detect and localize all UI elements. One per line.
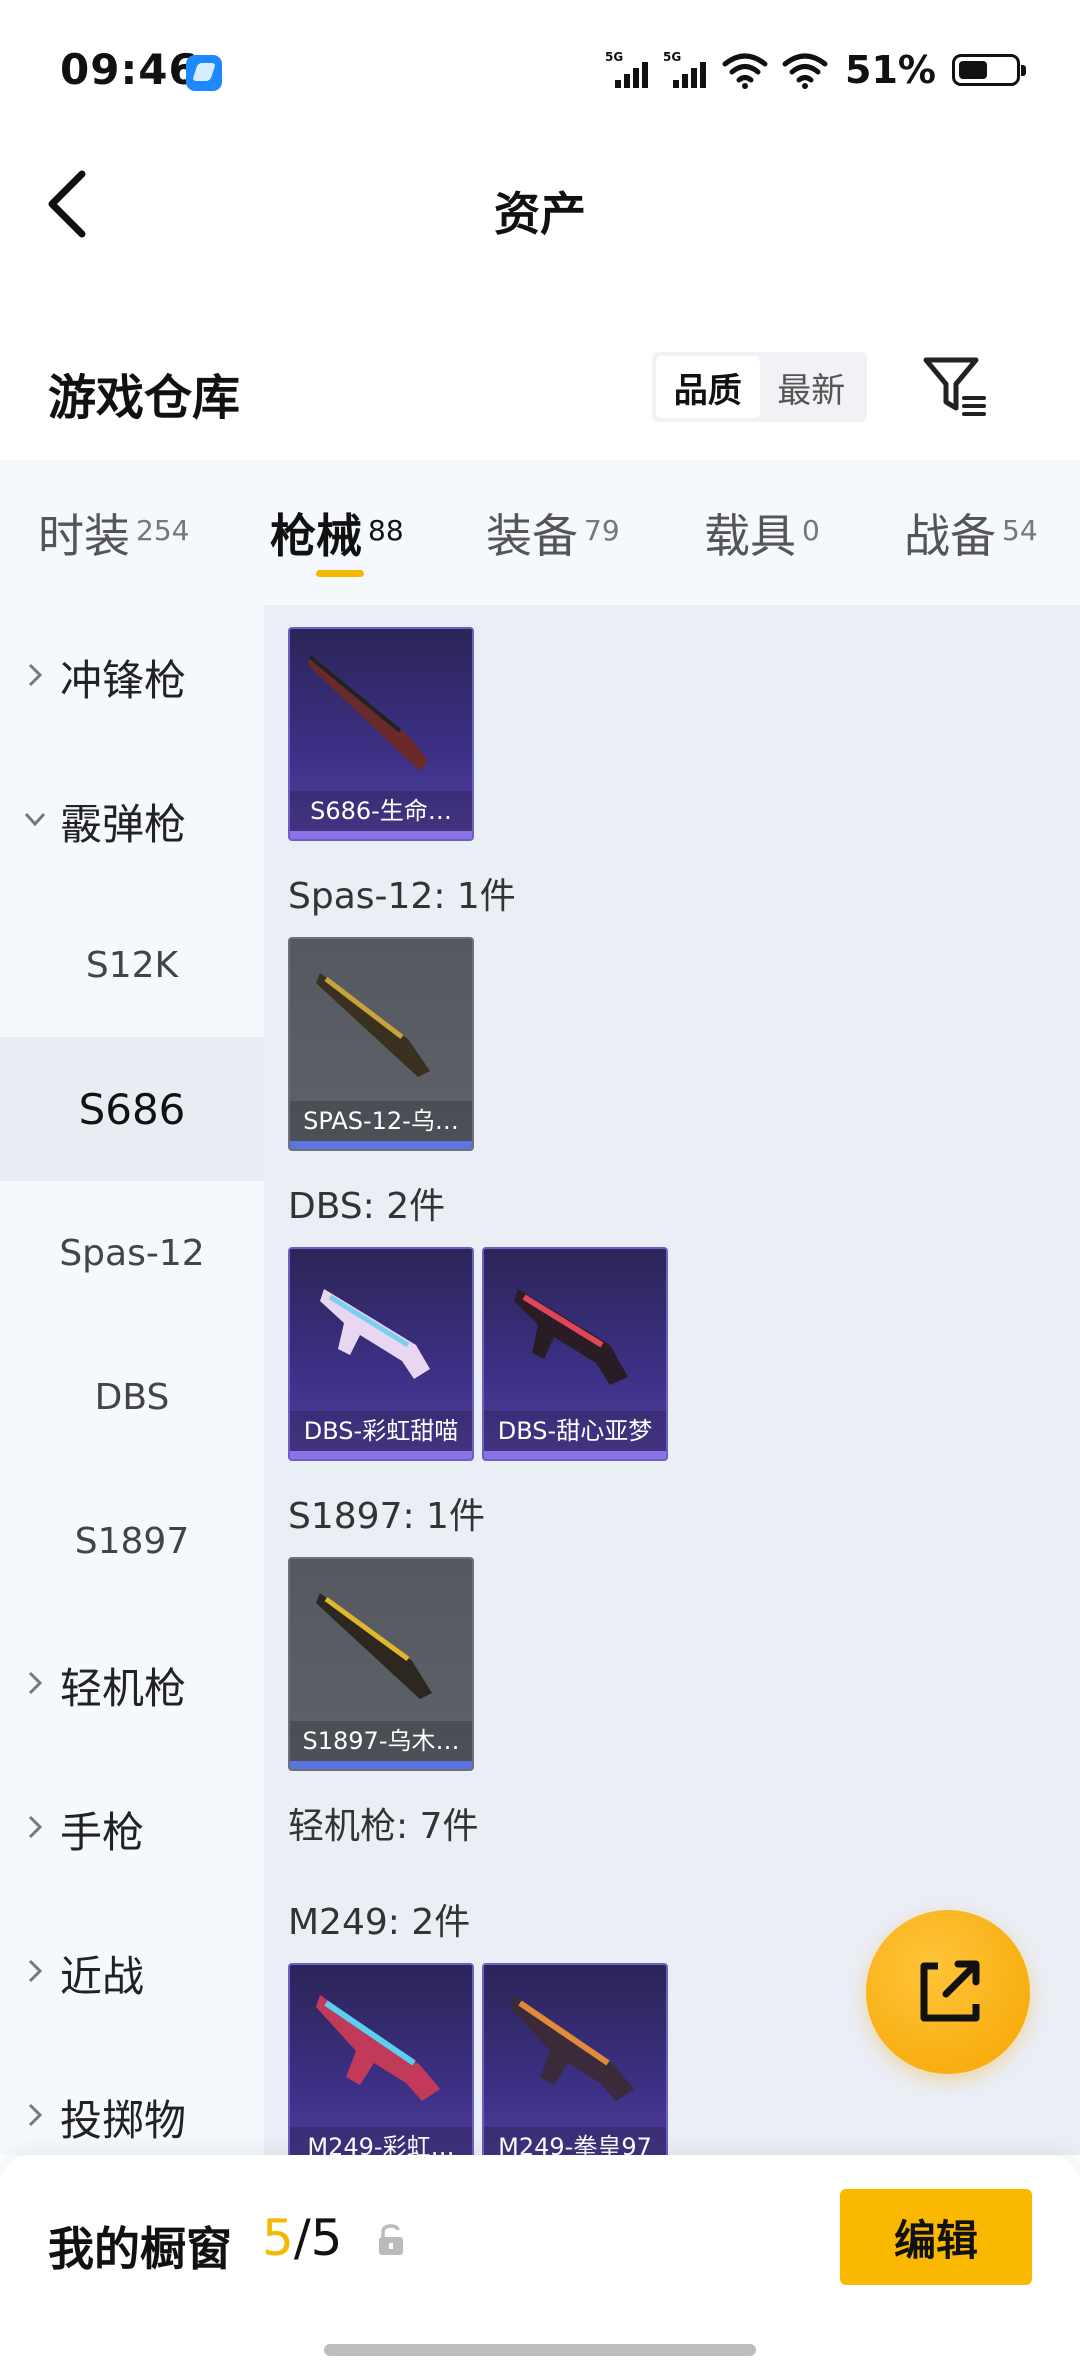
- active-tab-indicator: [316, 570, 364, 577]
- sidebar-item-s686[interactable]: S686: [0, 1037, 264, 1181]
- weapon-card[interactable]: S686-生命…: [288, 627, 474, 841]
- page-title: 资产: [494, 187, 586, 241]
- weapon-card[interactable]: DBS-甜心亚梦: [482, 1247, 668, 1461]
- shotgun-skin-image: [308, 655, 428, 771]
- weapon-card-caption: M249-彩虹…: [290, 2127, 472, 2155]
- weapon-card[interactable]: M249-拳皇97: [482, 1963, 668, 2155]
- tab-equipment[interactable]: 装备 79: [486, 500, 620, 566]
- filter-icon[interactable]: [920, 352, 990, 422]
- warehouse-header: 游戏仓库 品质 最新: [0, 330, 1080, 450]
- battery-icon: [952, 54, 1026, 86]
- weapon-card[interactable]: S1897-乌木…: [288, 1557, 474, 1771]
- sidebar-item-pistol[interactable]: 手枪: [0, 1757, 264, 1901]
- chevron-down-icon: [24, 812, 46, 827]
- chevron-right-icon: [28, 663, 43, 687]
- sidebar-item-lmg[interactable]: 轻机枪: [0, 1613, 264, 1757]
- group-label-dbs: DBS: 2件: [288, 1186, 446, 1227]
- battery-percent: 51%: [845, 48, 936, 92]
- home-indicator[interactable]: [324, 2344, 756, 2356]
- weapon-category-sidebar: 冲锋枪 霰弹枪 S12K S686 Spas-12 DBS S1897 轻机枪 …: [0, 605, 264, 2155]
- weapon-card[interactable]: SPAS-12-乌…: [288, 937, 474, 1151]
- lmg-skin-image: [510, 1995, 634, 2101]
- sidebar-item-melee[interactable]: 近战: [0, 1901, 264, 2045]
- showcase-bar: 我的橱窗 5/5 编辑: [0, 2155, 1080, 2376]
- status-bar: 09:46 5G 5G 51%: [0, 0, 1080, 140]
- tab-vehicles[interactable]: 载具 0: [704, 500, 820, 566]
- group-label-s1897: S1897: 1件: [288, 1496, 485, 1537]
- shotgun-skin-image: [514, 1289, 628, 1385]
- share-fab-button[interactable]: [866, 1910, 1030, 2074]
- sort-toggle: 品质 最新: [652, 352, 867, 422]
- category-tabs: 时装 254 枪械 88 装备 79 载具 0 战备 54: [0, 460, 1080, 605]
- app-notification-icon: [186, 55, 222, 91]
- sidebar-item-dbs[interactable]: DBS: [0, 1325, 264, 1469]
- weapon-card-caption: S686-生命…: [290, 791, 472, 831]
- section-title: 游戏仓库: [48, 370, 241, 426]
- showcase-count: 5/5: [262, 2209, 343, 2267]
- tab-weapons[interactable]: 枪械 88: [270, 500, 404, 566]
- group-label-lmg: 轻机枪: 7件: [288, 1806, 479, 1847]
- status-time: 09:46: [60, 45, 199, 94]
- shotgun-skin-image: [316, 973, 430, 1077]
- group-label-spas12: Spas-12: 1件: [288, 876, 516, 917]
- sidebar-item-s1897[interactable]: S1897: [0, 1469, 264, 1613]
- chevron-right-icon: [28, 1815, 43, 1839]
- weapon-card-caption: M249-拳皇97: [484, 2127, 666, 2155]
- weapon-card[interactable]: M249-彩虹…: [288, 1963, 474, 2155]
- weapon-card-caption: SPAS-12-乌…: [290, 1101, 472, 1141]
- chevron-right-icon: [28, 1671, 43, 1695]
- status-icons: 5G 5G 51%: [605, 45, 1026, 95]
- group-label-m249: M249: 2件: [288, 1902, 471, 1943]
- lmg-skin-image: [316, 1995, 440, 2101]
- sort-quality-button[interactable]: 品质: [656, 356, 760, 418]
- nav-header: 资产: [0, 140, 1080, 270]
- chevron-right-icon: [28, 1959, 43, 1983]
- unlock-icon: [379, 2224, 403, 2255]
- shotgun-skin-image: [320, 1289, 430, 1379]
- sidebar-item-smg[interactable]: 冲锋枪: [0, 605, 264, 749]
- sort-newest-button[interactable]: 最新: [760, 356, 864, 418]
- chevron-right-icon: [28, 2103, 43, 2127]
- sidebar-item-throwable[interactable]: 投掷物: [0, 2045, 264, 2155]
- sidebar-item-shotgun[interactable]: 霰弹枪: [0, 749, 264, 893]
- wifi-icon-2: [782, 53, 828, 89]
- sidebar-item-s12k[interactable]: S12K: [0, 893, 264, 1037]
- cellular-signal-icon-2: 5G: [663, 50, 709, 90]
- sidebar-item-spas12[interactable]: Spas-12: [0, 1181, 264, 1325]
- tab-supplies[interactable]: 战备 54: [904, 500, 1038, 566]
- cellular-signal-icon: 5G: [605, 50, 651, 90]
- weapon-card-caption: DBS-彩虹甜喵: [290, 1411, 472, 1451]
- weapon-card-caption: DBS-甜心亚梦: [484, 1411, 666, 1451]
- tab-fashion[interactable]: 时装 254: [38, 500, 189, 566]
- share-external-icon: [920, 1960, 980, 2022]
- showcase-label: 我的橱窗: [48, 2222, 232, 2276]
- edit-button[interactable]: 编辑: [840, 2189, 1032, 2285]
- wifi-icon: [722, 53, 768, 89]
- weapon-card[interactable]: DBS-彩虹甜喵: [288, 1247, 474, 1461]
- weapon-card-caption: S1897-乌木…: [290, 1721, 472, 1761]
- shotgun-skin-image: [316, 1593, 432, 1699]
